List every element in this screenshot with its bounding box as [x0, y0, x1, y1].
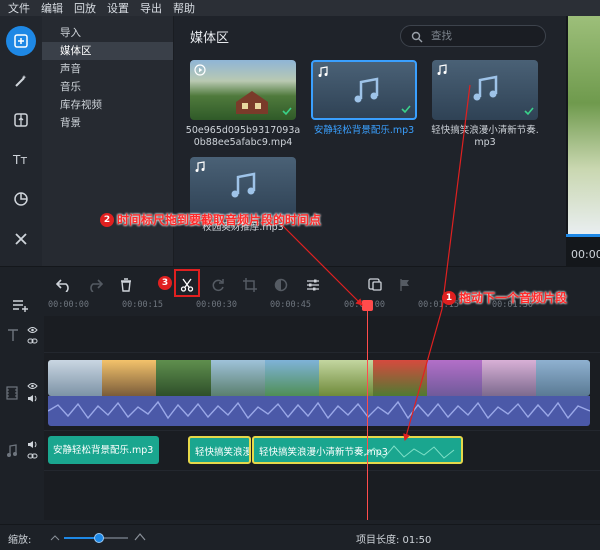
annotation-step-3: 3: [158, 276, 175, 290]
zoom-slider-thumb[interactable]: [94, 533, 105, 543]
audio-clip-label: 轻快搞笑浪漫小清新节奏.mp3: [259, 447, 388, 458]
zoom-out-icon[interactable]: [50, 533, 60, 541]
annotation-text: 时间标尺拖到要截取音频片段的时间点: [117, 213, 322, 227]
annotation-arrows: [281, 84, 471, 442]
zoom-label: 缩放:: [8, 535, 32, 546]
audio-clip-label: 安静轻松背景配乐.mp3: [53, 445, 154, 456]
zoom-in-icon[interactable]: [134, 531, 146, 541]
status-bar: 缩放: 项目长度: 01:50: [0, 524, 600, 550]
annotation-number: 2: [100, 212, 114, 227]
annotation-number: 3: [158, 276, 172, 290]
zoom-slider[interactable]: [64, 533, 128, 543]
audio-clip-label: 轻快搞笑浪漫: [195, 447, 251, 458]
annotation-step-2: 2 时间标尺拖到要截取音频片段的时间点: [100, 211, 321, 228]
annotation-text: 拖动下一个音频片段: [459, 291, 568, 305]
annotation-step-1: 1 拖动下一个音频片段: [442, 289, 567, 306]
project-length: 项目长度: 01:50: [356, 535, 432, 546]
annotation-number: 1: [442, 290, 456, 305]
